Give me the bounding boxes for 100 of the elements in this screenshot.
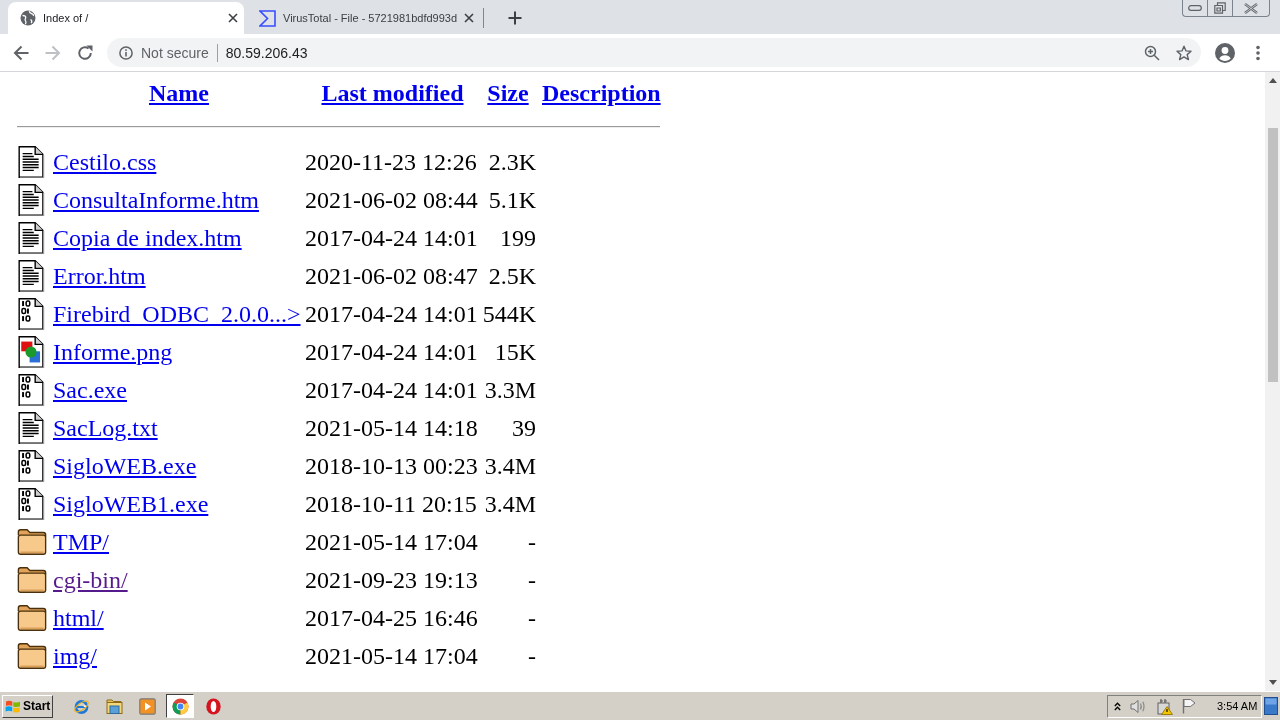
binary-file-icon <box>17 374 45 406</box>
file-size: - <box>528 604 536 632</box>
speaker-icon[interactable] <box>1130 698 1147 714</box>
zoom-icon[interactable] <box>1144 44 1160 61</box>
avatar-icon[interactable] <box>1215 42 1235 63</box>
security-label[interactable]: Not secure <box>141 44 209 61</box>
file-size: - <box>528 642 536 670</box>
file-link[interactable]: SigloWEB1.exe <box>53 490 209 518</box>
address-bar[interactable]: Not secure 80.59.206.43 <box>107 38 1201 67</box>
folder-link[interactable]: TMP/ <box>53 528 109 556</box>
modified-date: 2021-06-02 08:44 <box>305 186 478 214</box>
letter-o-icon[interactable] <box>205 697 221 715</box>
folder-link[interactable]: cgi-bin/ <box>53 566 128 594</box>
file-size: 5.1K <box>488 186 536 214</box>
file-size: 39 <box>512 414 536 442</box>
binary-file-icon <box>17 450 45 482</box>
binary-file-icon <box>17 298 45 330</box>
network-warning-icon[interactable] <box>1156 697 1173 715</box>
restore-icon[interactable] <box>1214 2 1226 14</box>
file-link[interactable]: Sac.exe <box>53 376 127 404</box>
close-icon[interactable] <box>228 13 238 23</box>
flag-icon[interactable] <box>1182 698 1196 714</box>
tab-title[interactable]: VirusTotal - File - 5721981bdfd993d <box>283 12 458 24</box>
url-text[interactable]: 80.59.206.43 <box>225 44 308 61</box>
browser-tab[interactable]: Index of / <box>8 2 244 34</box>
image-file-icon <box>17 336 45 368</box>
tricolor-circle-icon[interactable] <box>171 697 189 715</box>
start-button[interactable]: Start <box>2 694 53 718</box>
file-link[interactable]: Cestilo.css <box>53 148 157 176</box>
file-link[interactable]: Error.htm <box>53 262 146 290</box>
globe-icon <box>20 10 36 26</box>
file-size: - <box>528 566 536 594</box>
star-icon[interactable] <box>1176 44 1192 61</box>
scrollbar-thumb[interactable] <box>1267 128 1278 382</box>
file-size: 544K <box>482 300 536 328</box>
folder-icon[interactable] <box>105 698 123 714</box>
sigma-flag-icon <box>259 9 276 27</box>
column-header-link[interactable]: Size <box>487 79 529 107</box>
down-arrow-icon[interactable] <box>1268 680 1277 685</box>
file-link[interactable]: SacLog.txt <box>53 414 158 442</box>
up-arrow-icon[interactable] <box>1268 78 1277 83</box>
document-icon <box>17 222 45 254</box>
close-icon[interactable] <box>464 13 475 23</box>
taskbar-button[interactable] <box>166 694 194 718</box>
file-size: 3.4M <box>484 490 536 518</box>
tab-title[interactable]: Index of / <box>43 12 221 24</box>
folder-icon <box>17 566 47 594</box>
document-icon <box>17 146 45 178</box>
letter-e-icon[interactable] <box>72 697 90 715</box>
close-window-button[interactable] <box>1232 0 1270 17</box>
file-size: 2.5K <box>488 262 536 290</box>
folder-icon <box>17 528 47 556</box>
play-icon[interactable] <box>138 697 156 715</box>
modified-date: 2021-05-14 17:04 <box>305 528 478 556</box>
file-link[interactable]: Informe.png <box>53 338 173 366</box>
plus-icon[interactable] <box>508 11 523 25</box>
file-size: 3.4M <box>484 452 536 480</box>
minimize-button[interactable] <box>1182 0 1207 17</box>
info-icon[interactable] <box>119 45 133 60</box>
show-desktop-icon[interactable] <box>1264 697 1278 715</box>
scrollbar[interactable] <box>1265 72 1280 691</box>
column-header-link[interactable]: Last modified <box>321 79 464 107</box>
file-link[interactable]: ConsultaInforme.htm <box>53 186 259 214</box>
file-size: 3.3M <box>484 376 536 404</box>
file-link[interactable]: Copia de index.htm <box>53 224 242 252</box>
modified-date: 2018-10-13 00:23 <box>305 452 478 480</box>
chevron-up-icon[interactable] <box>1114 701 1121 711</box>
modified-date: 2017-04-24 14:01 <box>305 376 478 404</box>
menu-icon[interactable] <box>1256 44 1260 61</box>
file-link[interactable]: SigloWEB.exe <box>53 452 197 480</box>
modified-date: 2021-09-23 19:13 <box>305 566 478 594</box>
minimize-icon[interactable] <box>1188 5 1202 11</box>
left-arrow-icon[interactable] <box>13 44 29 61</box>
modified-date: 2017-04-25 16:46 <box>305 604 478 632</box>
document-icon <box>17 260 45 292</box>
document-icon <box>17 184 45 216</box>
document-icon <box>17 412 45 444</box>
modified-date: 2021-05-14 17:04 <box>305 642 478 670</box>
column-header-link[interactable]: Description <box>542 79 661 107</box>
modified-date: 2018-10-11 20:15 <box>305 490 477 518</box>
modified-date: 2021-05-14 14:18 <box>305 414 478 442</box>
folder-link[interactable]: html/ <box>53 604 104 632</box>
folder-link[interactable]: img/ <box>53 642 97 670</box>
browser-tab[interactable]: VirusTotal - File - 5721981bdfd993d <box>244 2 484 34</box>
modified-date: 2017-04-24 14:01 <box>305 300 478 328</box>
binary-file-icon <box>17 488 45 520</box>
modified-date: 2017-04-24 14:01 <box>305 224 478 252</box>
modified-date: 2017-04-24 14:01 <box>305 338 478 366</box>
folder-icon <box>17 604 47 632</box>
folder-icon <box>17 642 47 670</box>
windows-flag-icon <box>5 698 21 714</box>
modified-date: 2021-06-02 08:47 <box>305 262 478 290</box>
file-size: 199 <box>500 224 536 252</box>
file-size: 2.3K <box>488 148 536 176</box>
restore-button[interactable] <box>1207 0 1232 17</box>
reload-icon[interactable] <box>77 44 93 61</box>
column-header-link[interactable]: Name <box>149 79 209 107</box>
modified-date: 2020-11-23 12:26 <box>305 148 477 176</box>
clock[interactable]: 3:54 AM <box>1217 700 1258 712</box>
file-link[interactable]: Firebird_ODBC_2.0.0...> <box>53 300 301 328</box>
